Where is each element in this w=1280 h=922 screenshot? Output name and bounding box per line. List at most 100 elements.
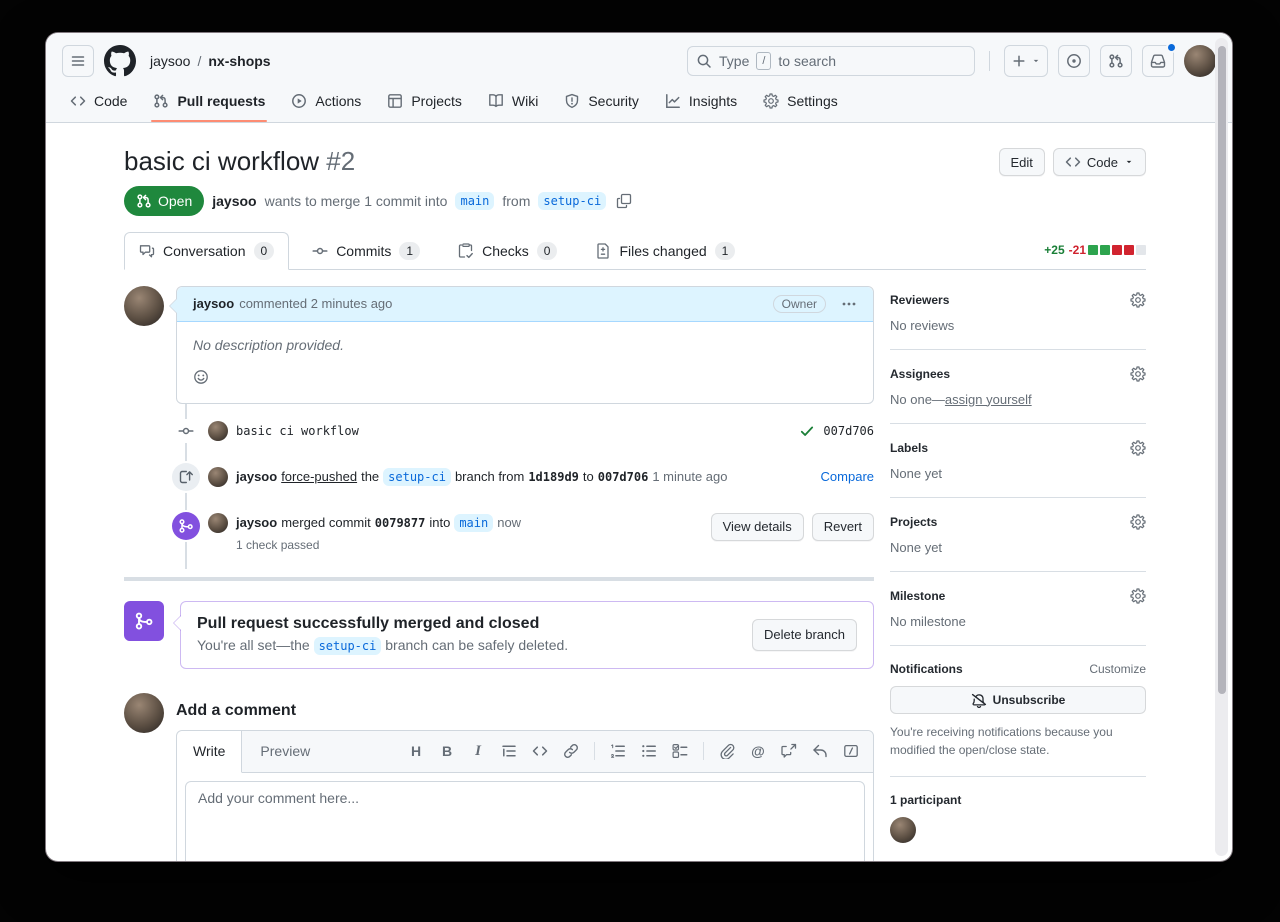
repo-nav-settings[interactable]: Settings xyxy=(755,83,846,122)
head-branch-label[interactable]: setup-ci xyxy=(538,192,606,210)
pr-author[interactable]: jaysoo xyxy=(212,193,256,209)
pr-meta: Open jaysoo wants to merge 1 commit into… xyxy=(124,186,1146,216)
customize-link[interactable]: Customize xyxy=(1089,662,1146,676)
browser-window: jaysoo / nx-shops Type / to search xyxy=(46,33,1232,861)
merge-sha[interactable]: 0079877 xyxy=(375,516,426,530)
ordered-list-button[interactable] xyxy=(610,743,626,759)
quote-button[interactable] xyxy=(501,743,517,759)
checklist-icon xyxy=(458,243,474,259)
reviewers-header[interactable]: Reviewers xyxy=(890,292,1146,308)
tab-checks[interactable]: Checks0 xyxy=(443,232,572,270)
participant-avatar[interactable] xyxy=(890,817,916,843)
slash-command-icon xyxy=(843,743,859,759)
code-icon xyxy=(532,743,548,759)
unsubscribe-button[interactable]: Unsubscribe xyxy=(890,686,1146,714)
gear-icon[interactable] xyxy=(1130,514,1146,530)
force-push-avatar[interactable] xyxy=(208,467,228,487)
head-branch-label[interactable]: setup-ci xyxy=(314,637,382,655)
base-branch-label[interactable]: main xyxy=(455,192,494,210)
pr-meta-text: wants to merge 1 commit into xyxy=(265,193,448,209)
hamburger-menu-button[interactable] xyxy=(62,45,94,77)
add-reaction-button[interactable] xyxy=(193,369,209,385)
force-push-author[interactable]: jaysoo xyxy=(236,469,277,484)
repo-nav-pull-requests[interactable]: Pull requests xyxy=(145,83,273,122)
force-push-verb[interactable]: force-pushed xyxy=(281,469,357,484)
check-status[interactable]: 1 check passed xyxy=(236,538,691,552)
tab-files-changed[interactable]: Files changed1 xyxy=(580,232,750,270)
compare-link[interactable]: Compare xyxy=(821,469,874,484)
comment-textarea[interactable] xyxy=(185,781,865,862)
italic-button[interactable]: I xyxy=(470,744,486,759)
diffstat-block xyxy=(1088,245,1098,255)
labels-header[interactable]: Labels xyxy=(890,440,1146,456)
gear-icon[interactable] xyxy=(1130,440,1146,456)
preview-tab[interactable]: Preview xyxy=(242,731,328,772)
link-button[interactable] xyxy=(563,743,579,759)
gear-icon[interactable] xyxy=(1130,588,1146,604)
repo-nav-wiki[interactable]: Wiki xyxy=(480,83,546,122)
current-user-avatar[interactable] xyxy=(124,693,164,733)
cross-reference-button[interactable] xyxy=(781,743,797,759)
additions: +25 xyxy=(1044,243,1064,257)
assignees-header[interactable]: Assignees xyxy=(890,366,1146,382)
diffstat-block xyxy=(1124,245,1134,255)
tab-commits[interactable]: Commits1 xyxy=(297,232,435,270)
repo-nav-code[interactable]: Code xyxy=(62,83,135,122)
scrollbar-thumb[interactable] xyxy=(1218,46,1226,694)
repo-nav-actions[interactable]: Actions xyxy=(283,83,369,122)
commit-sha[interactable]: 007d706 xyxy=(823,424,874,438)
attach-file-button[interactable] xyxy=(719,743,735,759)
unordered-list-button[interactable] xyxy=(641,743,657,759)
merge-author[interactable]: jaysoo xyxy=(236,515,277,530)
kebab-menu-icon[interactable] xyxy=(841,296,857,312)
gear-icon[interactable] xyxy=(1130,366,1146,382)
breadcrumb-repo[interactable]: nx-shops xyxy=(208,53,270,69)
commit-author-avatar[interactable] xyxy=(208,421,228,441)
user-avatar[interactable] xyxy=(1184,45,1216,77)
search-input[interactable]: Type / to search xyxy=(687,46,975,76)
comment-author-avatar[interactable] xyxy=(124,286,164,326)
tab-conversation[interactable]: Conversation0 xyxy=(124,232,289,270)
repo-nav-projects[interactable]: Projects xyxy=(379,83,470,122)
assign-yourself-link[interactable]: assign yourself xyxy=(945,392,1032,407)
tasklist-button[interactable] xyxy=(672,743,688,759)
comment-author[interactable]: jaysoo xyxy=(193,296,234,311)
revert-button[interactable]: Revert xyxy=(812,513,874,541)
code-button[interactable] xyxy=(532,743,548,759)
commit-message[interactable]: basic ci workflow xyxy=(236,424,359,438)
gear-icon[interactable] xyxy=(1130,292,1146,308)
projects-header[interactable]: Projects xyxy=(890,514,1146,530)
sidebar-section-notifications: Notifications Customize Unsubscribe You'… xyxy=(890,662,1146,777)
from-sha[interactable]: 1d189d9 xyxy=(528,470,579,484)
check-icon[interactable] xyxy=(799,423,815,439)
milestone-header[interactable]: Milestone xyxy=(890,588,1146,604)
github-logo[interactable] xyxy=(104,45,136,77)
create-new-button[interactable] xyxy=(1004,45,1048,77)
heading-button[interactable]: H xyxy=(408,744,424,758)
delete-branch-button[interactable]: Delete branch xyxy=(752,619,857,651)
copy-icon[interactable] xyxy=(616,193,632,209)
git-merge-icon xyxy=(124,601,164,641)
repo-nav-security[interactable]: Security xyxy=(556,83,647,122)
merge-author-avatar[interactable] xyxy=(208,513,228,533)
project-icon xyxy=(387,93,403,109)
issues-button[interactable] xyxy=(1058,45,1090,77)
view-details-button[interactable]: View details xyxy=(711,513,804,541)
inbox-button[interactable] xyxy=(1142,45,1174,77)
slash-commands-button[interactable] xyxy=(843,743,859,759)
scrollbar-track[interactable] xyxy=(1215,38,1228,856)
head-branch-label[interactable]: setup-ci xyxy=(383,468,451,486)
to-sha[interactable]: 007d706 xyxy=(598,470,649,484)
base-branch-label[interactable]: main xyxy=(454,514,493,532)
saved-replies-button[interactable] xyxy=(812,743,828,759)
breadcrumb-owner[interactable]: jaysoo xyxy=(150,53,190,69)
mention-button[interactable]: @ xyxy=(750,744,766,758)
git-pull-request-icon xyxy=(1108,53,1124,69)
code-dropdown-button[interactable]: Code xyxy=(1053,148,1146,176)
bold-button[interactable]: B xyxy=(439,744,455,758)
repo-nav-insights[interactable]: Insights xyxy=(657,83,745,122)
edit-button[interactable]: Edit xyxy=(999,148,1045,176)
write-tab[interactable]: Write xyxy=(177,731,242,773)
pull-requests-button[interactable] xyxy=(1100,45,1132,77)
git-commit-icon xyxy=(178,419,194,443)
